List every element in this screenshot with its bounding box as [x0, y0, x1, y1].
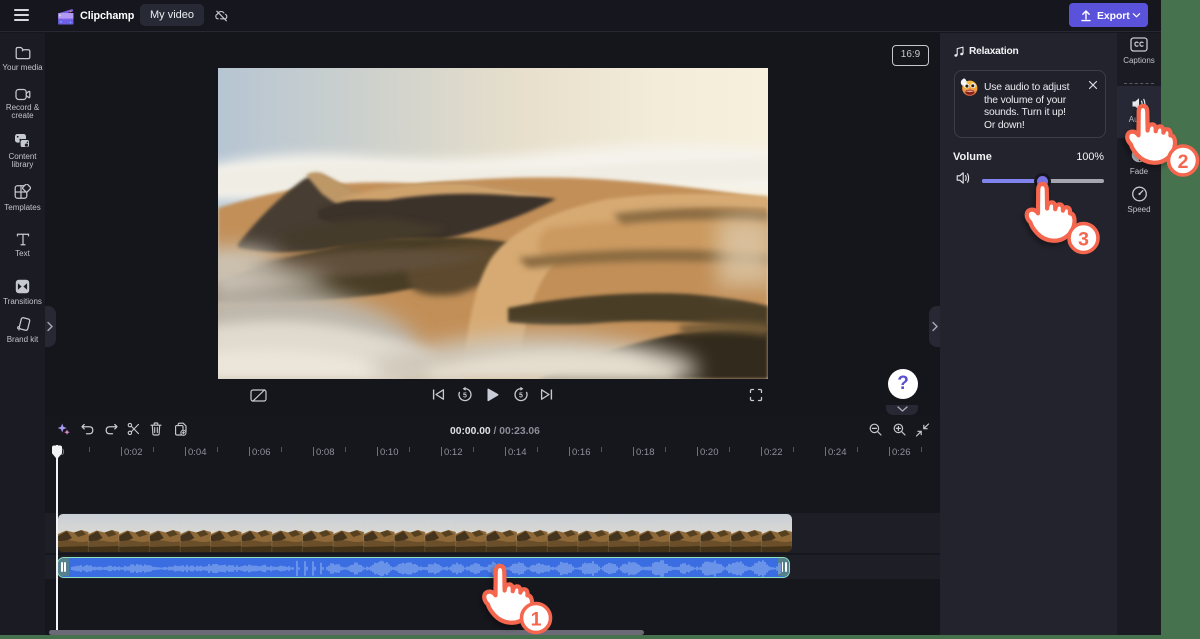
svg-text:2: 2: [1178, 151, 1189, 173]
svg-text:5: 5: [463, 393, 467, 400]
svg-text:5: 5: [519, 393, 523, 400]
